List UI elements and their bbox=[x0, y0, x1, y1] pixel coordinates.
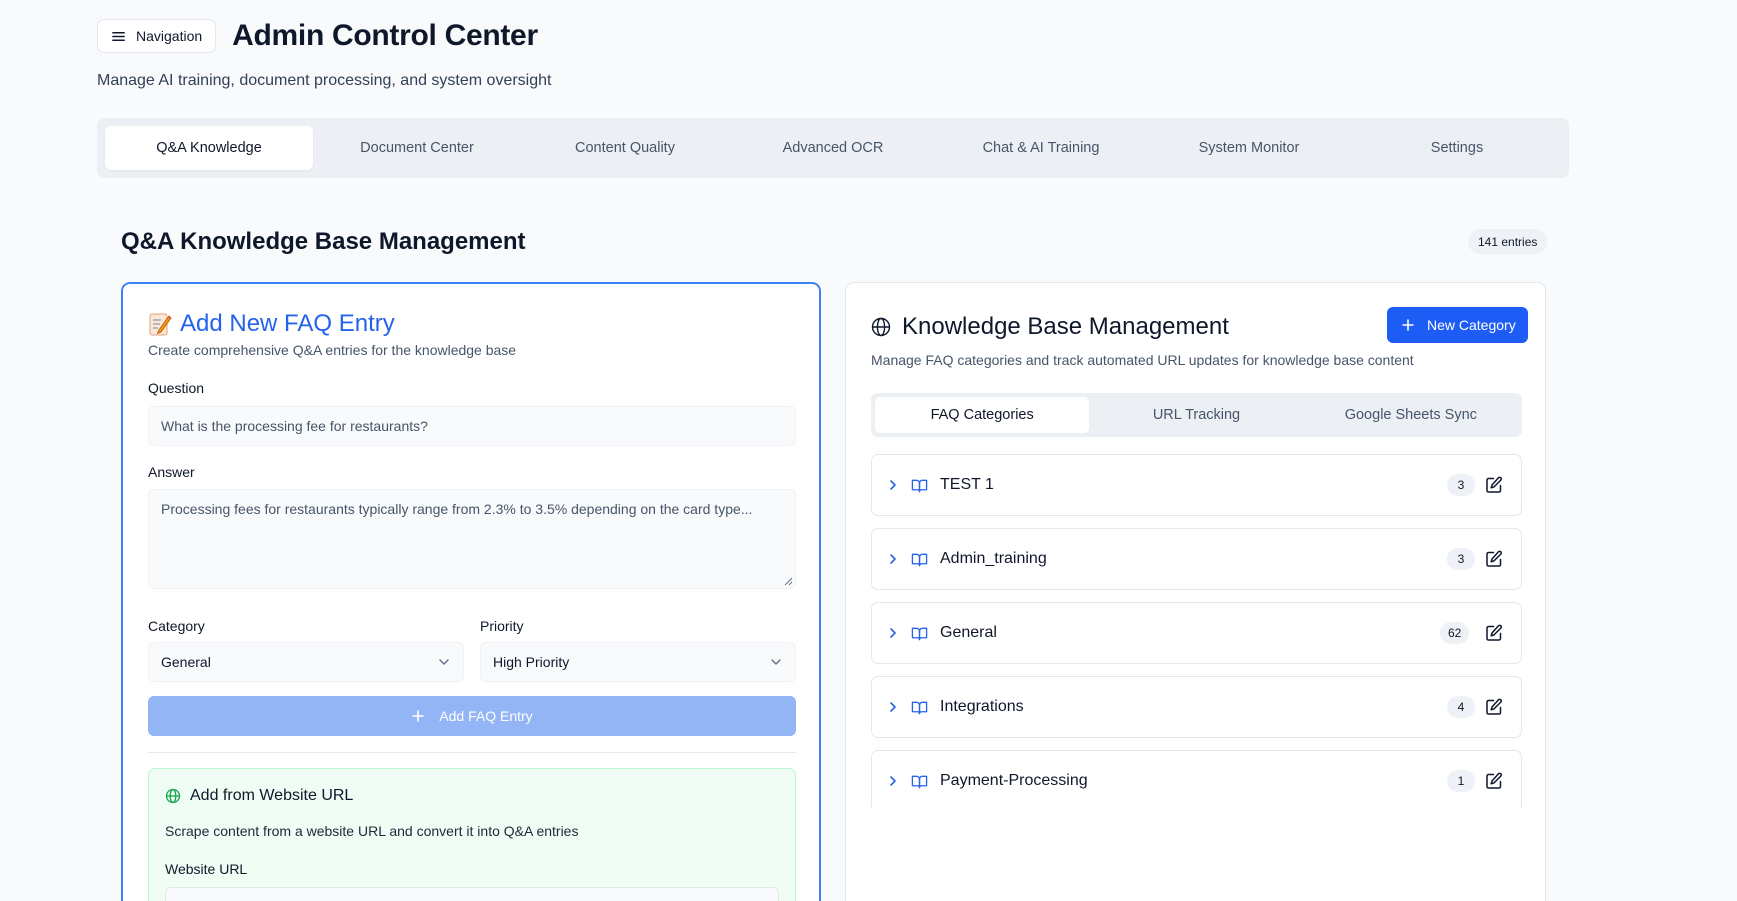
edit-icon[interactable] bbox=[1485, 624, 1503, 642]
category-name: General bbox=[940, 624, 997, 641]
navigation-button-label: Navigation bbox=[136, 28, 203, 44]
priority-label: Priority bbox=[480, 618, 524, 634]
kb-title: Knowledge Base Management bbox=[871, 313, 1229, 341]
add-faq-card: Add New FAQ Entry Create comprehensive Q… bbox=[121, 282, 821, 901]
url-import-panel: Add from Website URL Scrape content from… bbox=[148, 768, 796, 901]
priority-select[interactable]: High Priority bbox=[480, 642, 796, 682]
edit-icon[interactable] bbox=[1485, 772, 1503, 790]
edit-icon[interactable] bbox=[1485, 698, 1503, 716]
category-count-badge: 3 bbox=[1447, 548, 1475, 570]
edit-icon[interactable] bbox=[1485, 550, 1503, 568]
category-select[interactable]: General bbox=[148, 642, 464, 682]
category-row[interactable]: Payment-Processing 1 bbox=[871, 750, 1522, 808]
answer-placeholder: Processing fees for restaurants typicall… bbox=[161, 501, 753, 517]
book-open-icon bbox=[911, 775, 928, 789]
chevron-down-icon bbox=[771, 659, 781, 665]
tab-document-center[interactable]: Document Center bbox=[313, 126, 521, 170]
tab-system-monitor[interactable]: System Monitor bbox=[1145, 126, 1353, 170]
chevron-right-icon[interactable] bbox=[886, 626, 900, 640]
category-name: TEST 1 bbox=[940, 476, 994, 493]
book-open-icon bbox=[911, 627, 928, 641]
chevron-right-icon[interactable] bbox=[886, 700, 900, 714]
tab-content-quality[interactable]: Content Quality bbox=[521, 126, 729, 170]
book-open-icon bbox=[911, 479, 928, 493]
divider bbox=[148, 752, 796, 753]
tab-google-sheets-sync[interactable]: Google Sheets Sync bbox=[1304, 397, 1518, 433]
book-open-icon bbox=[911, 553, 928, 567]
category-count-badge: 4 bbox=[1447, 696, 1475, 718]
globe-icon bbox=[165, 788, 181, 804]
url-import-title-text: Add from Website URL bbox=[190, 787, 354, 804]
tab-advanced-ocr[interactable]: Advanced OCR bbox=[729, 126, 937, 170]
category-row[interactable]: TEST 1 3 bbox=[871, 454, 1522, 516]
answer-textarea[interactable]: Processing fees for restaurants typicall… bbox=[148, 489, 796, 589]
question-placeholder: What is the processing fee for restauran… bbox=[161, 418, 428, 434]
category-name: Payment-Processing bbox=[940, 772, 1088, 789]
kb-sub-tab-bar: FAQ Categories URL Tracking Google Sheet… bbox=[871, 393, 1522, 437]
globe-icon bbox=[871, 317, 891, 337]
add-faq-description: Create comprehensive Q&A entries for the… bbox=[148, 342, 517, 358]
page-header: Navigation Admin Control Center bbox=[97, 19, 538, 53]
entries-count-badge: 141 entries bbox=[1468, 229, 1548, 254]
category-row[interactable]: General 62 bbox=[871, 602, 1522, 664]
tab-url-tracking[interactable]: URL Tracking bbox=[1089, 397, 1303, 433]
add-faq-title: Add New FAQ Entry bbox=[148, 310, 395, 338]
new-category-button[interactable]: New Category bbox=[1387, 307, 1528, 343]
knowledge-base-card: Knowledge Base Management New Category M… bbox=[845, 282, 1546, 901]
category-row[interactable]: Integrations 4 bbox=[871, 676, 1522, 738]
chevron-right-icon[interactable] bbox=[886, 552, 900, 566]
priority-select-value: High Priority bbox=[493, 654, 570, 670]
category-count-badge: 62 bbox=[1440, 622, 1470, 644]
page-title: Admin Control Center bbox=[232, 19, 538, 52]
category-name: Integrations bbox=[940, 698, 1024, 715]
tab-chat-ai-training[interactable]: Chat & AI Training bbox=[937, 126, 1145, 170]
category-count-badge: 1 bbox=[1447, 770, 1475, 792]
category-name: Admin_training bbox=[940, 550, 1047, 567]
answer-label: Answer bbox=[148, 464, 195, 480]
tab-settings[interactable]: Settings bbox=[1353, 126, 1561, 170]
category-count-badge: 3 bbox=[1447, 474, 1475, 496]
edit-icon[interactable] bbox=[1485, 476, 1503, 494]
question-label: Question bbox=[148, 380, 205, 396]
category-label: Category bbox=[148, 618, 205, 634]
add-faq-entry-button[interactable]: Add FAQ Entry bbox=[148, 696, 796, 736]
chevron-right-icon[interactable] bbox=[886, 478, 900, 492]
plus-icon bbox=[1402, 319, 1414, 331]
new-category-label: New Category bbox=[1427, 317, 1516, 333]
memo-icon bbox=[149, 313, 172, 336]
book-open-icon bbox=[911, 701, 928, 715]
website-url-input[interactable] bbox=[165, 887, 779, 901]
section-title: Q&A Knowledge Base Management bbox=[121, 228, 526, 255]
add-faq-entry-label: Add FAQ Entry bbox=[439, 708, 533, 724]
category-list: TEST 1 3 Admin_training 3 General 62 Int… bbox=[871, 454, 1522, 808]
plus-icon bbox=[412, 710, 425, 722]
url-import-title: Add from Website URL bbox=[165, 787, 353, 805]
tab-faq-categories[interactable]: FAQ Categories bbox=[875, 397, 1090, 433]
chevron-down-icon bbox=[439, 659, 449, 665]
page-subtitle: Manage AI training, document processing,… bbox=[97, 72, 552, 89]
chevron-right-icon[interactable] bbox=[886, 774, 900, 788]
menu-icon bbox=[112, 31, 125, 41]
website-url-label: Website URL bbox=[165, 861, 248, 877]
main-tab-bar: Q&A Knowledge Document Center Content Qu… bbox=[97, 118, 1569, 178]
category-select-value: General bbox=[161, 654, 211, 670]
resize-grip-icon[interactable] bbox=[783, 576, 793, 586]
admin-page: Navigation Admin Control Center Manage A… bbox=[0, 0, 1737, 901]
question-input[interactable]: What is the processing fee for restauran… bbox=[148, 406, 796, 446]
kb-title-text: Knowledge Base Management bbox=[902, 313, 1229, 340]
navigation-button[interactable]: Navigation bbox=[97, 19, 217, 53]
tab-qa-knowledge[interactable]: Q&A Knowledge bbox=[105, 126, 313, 170]
category-row[interactable]: Admin_training 3 bbox=[871, 528, 1522, 590]
add-faq-title-text: Add New FAQ Entry bbox=[180, 310, 395, 337]
url-import-description: Scrape content from a website URL and co… bbox=[165, 823, 579, 839]
kb-description: Manage FAQ categories and track automate… bbox=[871, 352, 1414, 368]
